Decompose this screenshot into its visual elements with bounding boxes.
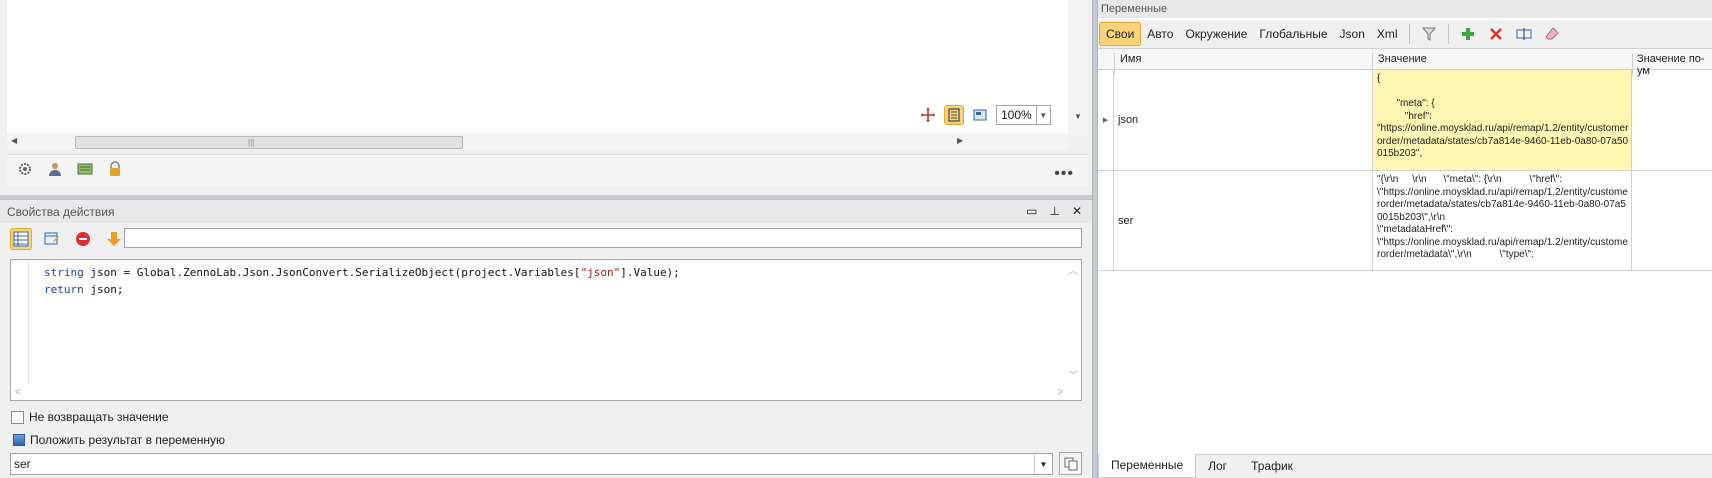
no-return-checkbox[interactable] [11,410,24,424]
arrow-down-icon[interactable] [103,228,125,250]
stop-icon[interactable] [72,228,94,250]
variables-toolbar: Свои Авто Окружение Глобальные Json Xml [1098,20,1712,48]
rename-icon[interactable] [1513,23,1535,45]
toolbar-separator [1447,24,1449,44]
scroll-left-icon[interactable]: ◀ [11,136,17,145]
scroll-thumb[interactable]: ||| [75,136,463,149]
project-canvas[interactable] [7,0,1068,133]
zoom-toolbar: 100% ▼ [918,103,1051,127]
variables-pane: Переменные Свои Авто Окружение Глобальны… [1098,0,1712,478]
lock-icon[interactable] [107,161,123,180]
tab-auto[interactable]: Авто [1141,22,1179,46]
column-name[interactable]: Имя [1120,53,1141,65]
action-name-input[interactable] [124,228,1082,248]
more-icon[interactable]: ••• [1054,165,1074,183]
variables-title: Переменные [1101,3,1168,15]
tab-json[interactable]: Json [1334,22,1371,46]
code-line: return json; [44,283,124,296]
column-value[interactable]: Значение [1378,53,1427,65]
table-row[interactable]: ▶ json { "meta": { "href": "https://onli… [1098,70,1712,171]
code-horizontal-scrollbar[interactable]: < > [11,384,1067,400]
code-line: string json = Global.ZennoLab.Json.JsonC… [44,266,680,279]
put-result-row: Положить результат в переменную [13,433,225,447]
window-icon[interactable] [77,161,93,180]
put-result-label: Положить результат в переменную [30,433,226,447]
code-editor[interactable]: string json = Global.ZennoLab.Json.JsonC… [10,259,1082,401]
gear-icon[interactable] [17,161,33,180]
pin-icon[interactable]: ⊥ [1049,204,1059,218]
window-edit-icon[interactable] [41,228,63,250]
tab-own[interactable]: Свои [1099,22,1142,46]
grid-header: Имя Значение Значение по-ум [1098,48,1712,77]
canvas-bottom-toolbar: ••• [7,154,1088,186]
minimap-icon[interactable] [970,105,990,125]
variable-icon [13,434,25,446]
scroll-right-icon[interactable]: ▶ [957,136,963,145]
variables-grid: Имя Значение Значение по-ум ▶ json { "me… [1098,48,1712,273]
copy-button[interactable] [1059,452,1082,475]
eraser-icon[interactable] [1541,23,1563,45]
fit-icon[interactable] [944,105,964,125]
row-expand-icon[interactable]: ▶ [1098,70,1114,170]
zoom-value: 100% [1001,108,1032,122]
filter-icon[interactable] [1418,23,1440,45]
properties-icon[interactable] [10,228,32,250]
row-indicator [1098,171,1114,270]
restore-icon[interactable]: ▭ [1026,204,1037,218]
toolbar-separator [1408,24,1410,44]
code-gutter [11,260,29,384]
move-icon[interactable] [918,105,938,125]
left-pane: ▼ 100% ▼ ◀ ||| ▶ ••• Свойства действия ▭… [0,0,1092,478]
action-toolbar [10,227,125,251]
tab-environment[interactable]: Окружение [1179,22,1253,46]
tab-log[interactable]: Лог [1196,455,1239,478]
panel-title: Свойства действия [7,204,115,219]
close-icon[interactable]: ✕ [1072,204,1082,218]
tab-global[interactable]: Глобальные [1253,22,1333,46]
action-properties-header: Свойства действия ▭ ⊥ ✕ [0,199,1092,223]
canvas-horizontal-scrollbar[interactable]: ◀ ||| ▶ [7,133,1068,150]
variable-value[interactable]: { "meta": { "href": "https://online.moys… [1372,70,1632,170]
no-return-label: Не возвращать значение [29,410,169,424]
zoom-select[interactable]: 100% ▼ [996,105,1051,125]
tab-xml[interactable]: Xml [1371,22,1404,46]
scroll-down-icon[interactable]: ▼ [1074,112,1082,121]
canvas-vertical-scrollbar[interactable]: ▼ [1069,0,1088,133]
bottom-tabs: Переменные Лог Трафик [1098,454,1712,478]
user-icon[interactable] [47,161,63,180]
tab-variables[interactable]: Переменные [1098,454,1197,478]
delete-icon[interactable] [1485,23,1507,45]
variables-header: Переменные [1098,0,1712,18]
chevron-down-icon[interactable]: ▼ [1034,454,1052,474]
result-variable-value: ser [14,457,31,471]
variable-name: json [1118,114,1139,126]
code-text[interactable]: string json = Global.ZennoLab.Json.JsonC… [44,264,680,298]
tab-traffic[interactable]: Трафик [1239,455,1305,478]
table-row[interactable]: ser "{\r\n \r\n \"meta\": {\r\n \"href\"… [1098,171,1712,271]
add-icon[interactable] [1457,23,1479,45]
result-variable-select[interactable]: ser ▼ [10,453,1053,475]
no-return-checkbox-row[interactable]: Не возвращать значение [11,410,169,424]
variable-value[interactable]: "{\r\n \r\n \"meta\": {\r\n \"href\": \"… [1372,171,1632,270]
chevron-down-icon[interactable]: ▼ [1035,106,1050,124]
code-vertical-scrollbar[interactable]: ︿ ﹀ [1065,260,1081,384]
variable-name: ser [1118,215,1134,227]
